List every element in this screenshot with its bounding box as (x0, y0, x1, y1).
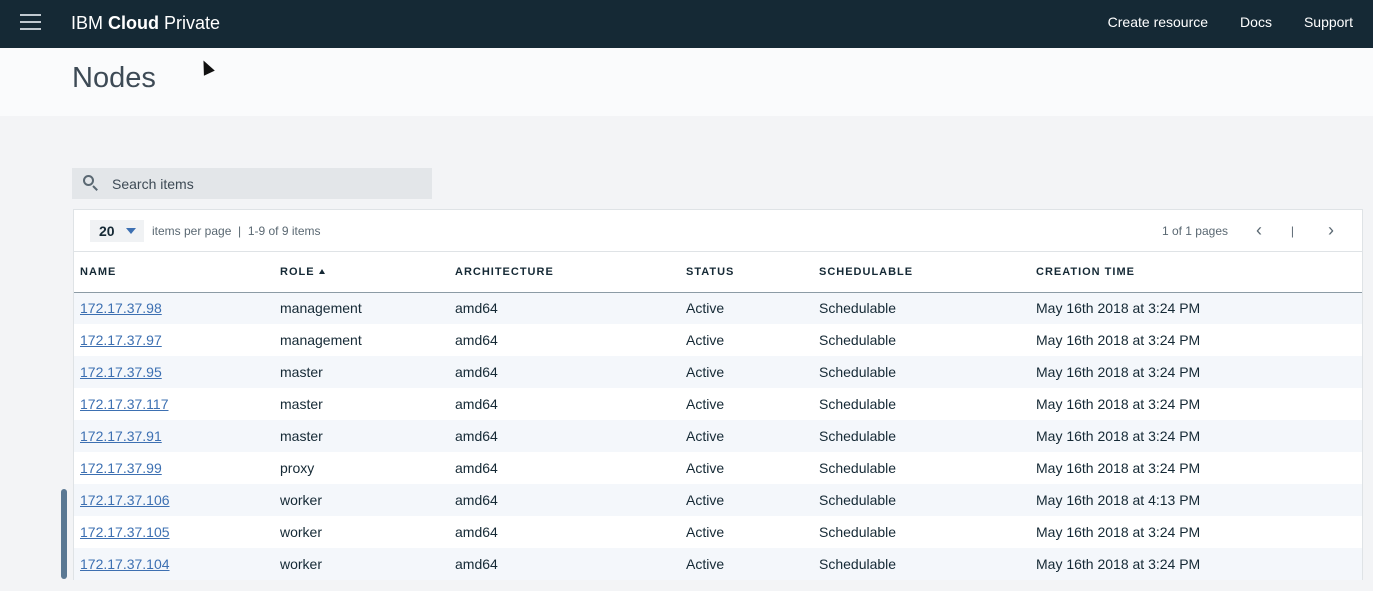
node-status: Active (686, 332, 725, 348)
nodes-table: NAME ROLE ARCHITECTURE STATUS SCHEDULABL… (74, 252, 1362, 580)
items-per-page-select[interactable]: 20 (90, 220, 144, 242)
search-icon (83, 175, 98, 191)
node-architecture: amd64 (455, 396, 498, 412)
nodes-table-container: 20 items per page | 1-9 of 9 items 1 of … (73, 209, 1363, 580)
items-info: items per page | 1-9 of 9 items (152, 224, 321, 238)
node-status: Active (686, 460, 725, 476)
page-title: Nodes (72, 62, 156, 94)
chevron-down-icon (126, 228, 136, 234)
col-header-name[interactable]: NAME (74, 252, 280, 293)
node-creation-time: May 16th 2018 at 3:24 PM (1036, 428, 1201, 444)
node-creation-time: May 16th 2018 at 3:24 PM (1036, 460, 1201, 476)
top-navbar: IBM Cloud Private Create resource Docs S… (0, 0, 1373, 48)
brand-private: Private (159, 13, 221, 33)
node-name-link[interactable]: 172.17.37.97 (80, 332, 162, 348)
docs-link[interactable]: Docs (1240, 14, 1272, 30)
col-header-status[interactable]: STATUS (686, 252, 819, 293)
node-schedulable: Schedulable (819, 524, 897, 540)
node-schedulable: Schedulable (819, 428, 897, 444)
node-architecture: amd64 (455, 300, 498, 317)
node-schedulable: Schedulable (819, 364, 897, 380)
node-name-link[interactable]: 172.17.37.99 (80, 460, 162, 476)
chevron-right-icon[interactable]: › (1328, 220, 1334, 241)
node-architecture: amd64 (455, 460, 498, 476)
table-row: 172.17.37.104 worker amd64 Active Schedu… (74, 548, 1362, 580)
node-architecture: amd64 (455, 364, 498, 380)
col-header-role-label: ROLE (280, 265, 315, 278)
chevron-left-icon[interactable]: ‹ (1256, 220, 1262, 241)
col-header-schedulable[interactable]: SCHEDULABLE (819, 252, 1036, 293)
node-name-link[interactable]: 172.17.37.104 (80, 556, 170, 572)
node-role: worker (280, 524, 323, 540)
node-status: Active (686, 524, 725, 540)
node-status: Active (686, 364, 725, 380)
node-status: Active (686, 556, 725, 572)
table-row: 172.17.37.95 master amd64 Active Schedul… (74, 356, 1362, 388)
search-bar[interactable] (72, 168, 432, 199)
node-schedulable: Schedulable (819, 300, 897, 317)
node-role: master (280, 428, 323, 444)
pagination-bar: 20 items per page | 1-9 of 9 items 1 of … (74, 210, 1362, 252)
col-header-architecture[interactable]: ARCHITECTURE (455, 252, 686, 293)
brand-ibm: IBM (71, 13, 109, 33)
col-header-creation-time[interactable]: CREATION TIME (1036, 252, 1362, 293)
col-header-role[interactable]: ROLE (280, 252, 455, 293)
scrollbar-thumb[interactable] (61, 489, 67, 579)
node-creation-time: May 16th 2018 at 4:13 PM (1036, 492, 1201, 508)
node-creation-time: May 16th 2018 at 3:24 PM (1036, 524, 1201, 540)
top-nav-links: Create resource Docs Support (1108, 14, 1353, 30)
node-schedulable: Schedulable (819, 556, 897, 572)
table-row: 172.17.37.97 management amd64 Active Sch… (74, 324, 1362, 356)
table-row: 172.17.37.98 management amd64 Active Sch… (74, 292, 1362, 324)
node-schedulable: Schedulable (819, 332, 897, 348)
node-architecture: amd64 (455, 556, 498, 572)
table-row: 172.17.37.99 proxy amd64 Active Schedula… (74, 452, 1362, 484)
node-creation-time: May 16th 2018 at 3:24 PM (1036, 364, 1201, 380)
node-role: master (280, 396, 323, 412)
pager-separator: | (1290, 224, 1294, 238)
node-name-link[interactable]: 172.17.37.106 (80, 492, 170, 508)
node-role: management (280, 300, 362, 317)
node-architecture: amd64 (455, 524, 498, 540)
node-creation-time: May 16th 2018 at 3:24 PM (1036, 556, 1201, 572)
node-name-link[interactable]: 172.17.37.98 (80, 300, 162, 316)
table-row: 172.17.37.106 worker amd64 Active Schedu… (74, 484, 1362, 516)
node-schedulable: Schedulable (819, 460, 897, 476)
node-role: worker (280, 556, 323, 572)
node-name-link[interactable]: 172.17.37.95 (80, 364, 162, 380)
node-name-link[interactable]: 172.17.37.91 (80, 428, 162, 444)
node-status: Active (686, 300, 725, 317)
node-creation-time: May 16th 2018 at 3:24 PM (1036, 332, 1201, 348)
node-role: master (280, 364, 323, 380)
table-row: 172.17.37.91 master amd64 Active Schedul… (74, 420, 1362, 452)
items-per-page-value: 20 (99, 223, 115, 239)
hamburger-menu-icon[interactable] (20, 14, 41, 32)
page-info: 1 of 1 pages (1161, 224, 1228, 238)
node-creation-time: May 16th 2018 at 3:24 PM (1036, 300, 1201, 317)
node-architecture: amd64 (455, 428, 498, 444)
sort-ascending-icon (318, 269, 325, 275)
node-role: worker (280, 492, 323, 508)
table-row: 172.17.37.117 master amd64 Active Schedu… (74, 388, 1362, 420)
node-schedulable: Schedulable (819, 492, 897, 508)
create-resource-link[interactable]: Create resource (1108, 14, 1208, 30)
support-link[interactable]: Support (1304, 14, 1353, 30)
node-status: Active (686, 428, 725, 444)
node-architecture: amd64 (455, 492, 498, 508)
node-status: Active (686, 492, 725, 508)
search-input[interactable] (112, 168, 412, 199)
node-status: Active (686, 396, 725, 412)
node-role: management (280, 332, 362, 348)
brand-cloud: Cloud (108, 13, 160, 33)
node-architecture: amd64 (455, 332, 498, 348)
node-name-link[interactable]: 172.17.37.117 (80, 396, 169, 412)
node-schedulable: Schedulable (819, 396, 897, 412)
node-name-link[interactable]: 172.17.37.105 (80, 524, 170, 540)
brand-logo[interactable]: IBM Cloud Private (71, 13, 220, 34)
table-row: 172.17.37.105 worker amd64 Active Schedu… (74, 516, 1362, 548)
table-header-row: NAME ROLE ARCHITECTURE STATUS SCHEDULABL… (74, 252, 1362, 293)
node-creation-time: May 16th 2018 at 3:24 PM (1036, 396, 1201, 412)
node-role: proxy (280, 460, 315, 476)
